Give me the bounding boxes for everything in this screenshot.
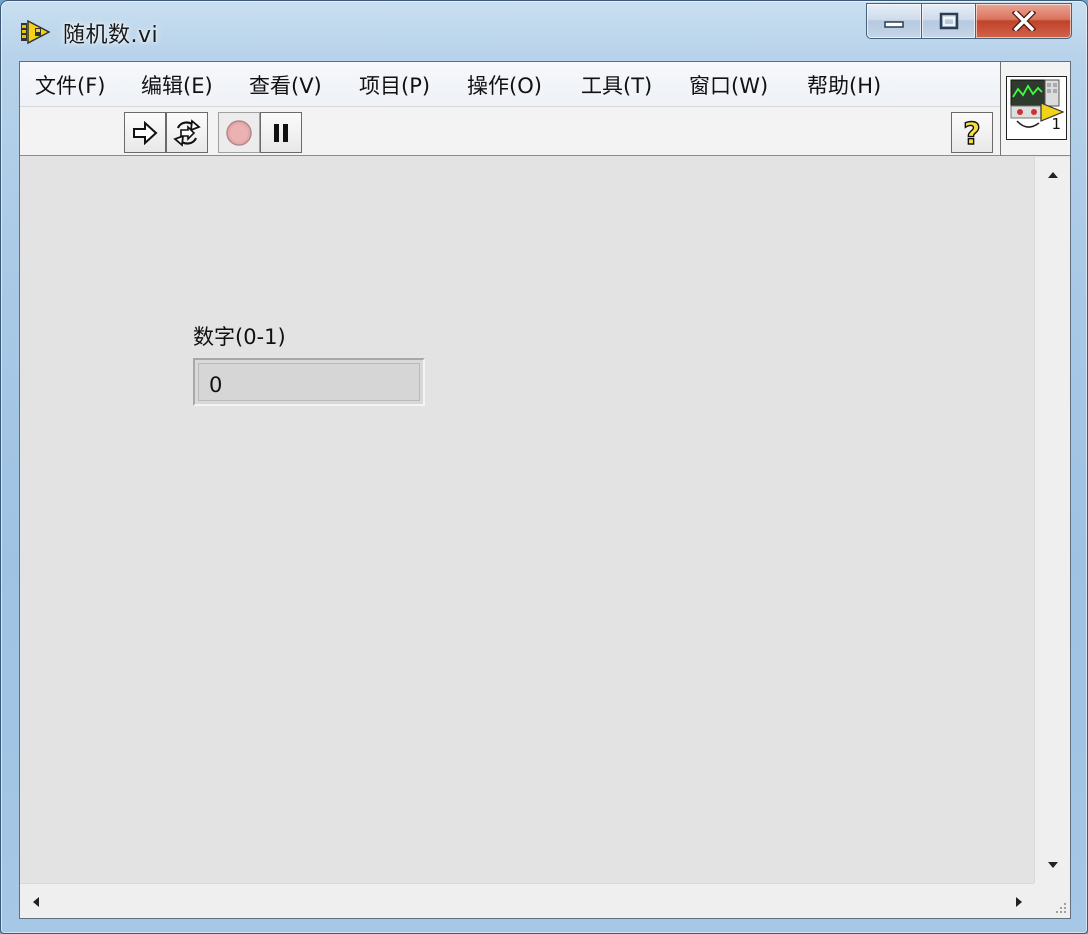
menu-help[interactable]: 帮助(H) <box>807 70 881 100</box>
resize-grip[interactable] <box>1034 883 1070 918</box>
numeric-indicator-display: 0 <box>198 363 420 401</box>
scroll-left-arrow-icon[interactable] <box>32 896 40 908</box>
vi-icon-pane: 1 <box>1000 62 1070 156</box>
minimize-button[interactable] <box>866 3 922 39</box>
menu-bar: 文件(F) 编辑(E) 查看(V) 项目(P) 操作(O) 工具(T) 窗口(W… <box>20 62 1000 106</box>
context-help-button[interactable]: ? <box>951 112 993 153</box>
labview-vi-icon[interactable] <box>21 19 51 45</box>
scroll-right-arrow-icon[interactable] <box>1015 896 1023 908</box>
close-button[interactable] <box>976 3 1072 39</box>
menu-project[interactable]: 项目(P) <box>359 70 430 100</box>
vi-connector-icon[interactable]: 1 <box>1006 76 1067 140</box>
menu-view[interactable]: 查看(V) <box>249 70 322 100</box>
horizontal-scrollbar[interactable] <box>20 883 1034 918</box>
run-continuously-button[interactable] <box>166 112 208 153</box>
menu-window[interactable]: 窗口(W) <box>689 70 768 100</box>
menu-tools[interactable]: 工具(T) <box>581 70 652 100</box>
abort-stop-icon <box>226 119 252 146</box>
menu-edit[interactable]: 编辑(E) <box>141 70 213 100</box>
maximize-button[interactable] <box>922 3 976 39</box>
run-button[interactable] <box>124 112 166 153</box>
menu-operate[interactable]: 操作(O) <box>467 70 542 100</box>
context-help-icon: ? <box>963 117 982 149</box>
pause-button[interactable] <box>260 112 302 153</box>
resize-grip-icon <box>1056 903 1066 913</box>
scroll-down-arrow-icon[interactable] <box>1047 861 1059 869</box>
numeric-indicator-value: 0 <box>209 373 223 397</box>
numeric-indicator-label: 数字(0-1) <box>193 325 286 349</box>
numeric-indicator[interactable]: 0 <box>193 358 425 406</box>
minimize-icon <box>884 21 904 28</box>
labview-window: 随机数.vi 文件(F) 编辑(E) 查看(V) 项目(P) 操作(O) 工具(… <box>0 0 1088 934</box>
abort-button[interactable] <box>218 112 260 153</box>
close-icon <box>1011 11 1036 31</box>
menu-file[interactable]: 文件(F) <box>35 70 105 100</box>
vi-icon-badge: 1 <box>1051 115 1061 133</box>
caption-buttons <box>866 3 1072 41</box>
pause-icon <box>274 123 288 142</box>
vi-front-panel-window: 文件(F) 编辑(E) 查看(V) 项目(P) 操作(O) 工具(T) 窗口(W… <box>19 61 1071 919</box>
front-panel-canvas[interactable]: 数字(0-1) 0 <box>20 157 1034 883</box>
maximize-icon <box>939 12 958 30</box>
title-bar[interactable]: 随机数.vi <box>1 1 1087 61</box>
svg-text:?: ? <box>963 117 980 149</box>
scroll-up-arrow-icon[interactable] <box>1047 171 1059 179</box>
window-title: 随机数.vi <box>63 23 159 48</box>
run-arrow-icon <box>133 120 158 145</box>
toolbar: ? <box>20 106 1000 156</box>
run-continuously-icon <box>173 118 201 147</box>
vertical-scrollbar[interactable] <box>1034 157 1070 883</box>
